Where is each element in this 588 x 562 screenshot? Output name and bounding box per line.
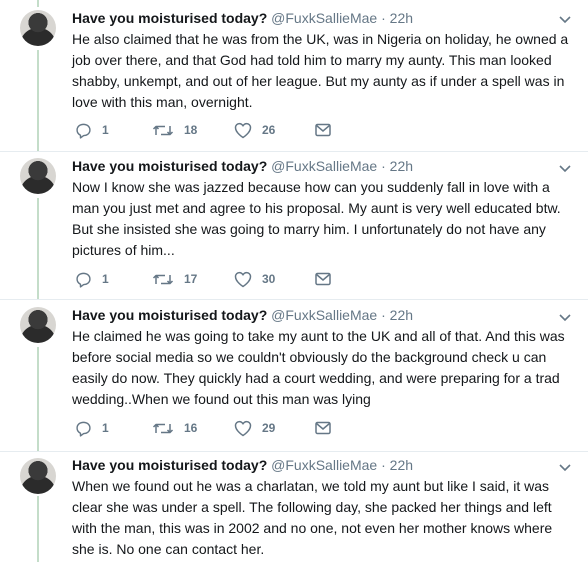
tweet-header: Have you moisturised today? @FuxkSallieM… — [72, 306, 413, 324]
tweet-header: Have you moisturised today? @FuxkSallieM… — [72, 456, 413, 474]
chevron-down-icon[interactable] — [558, 161, 572, 175]
tweet[interactable]: Have you moisturised today? @FuxkSallieM… — [0, 452, 588, 562]
reply-count: 1 — [102, 421, 109, 435]
envelope-icon — [315, 272, 331, 286]
reply-button[interactable]: 1 — [75, 418, 109, 438]
reply-button[interactable]: 1 — [75, 120, 109, 140]
tweet-text: When we found out he was a charlatan, we… — [72, 478, 553, 557]
like-button[interactable]: 26 — [234, 120, 275, 140]
display-name[interactable]: Have you moisturised today? — [72, 307, 267, 323]
heart-icon — [234, 122, 252, 138]
retweet-icon — [152, 423, 174, 433]
tweet-text: Now I know she was jazzed because how ca… — [72, 179, 561, 258]
chevron-down-icon[interactable] — [558, 12, 572, 26]
retweet-count: 18 — [184, 123, 198, 137]
retweet-count: 16 — [184, 421, 198, 435]
reply-count: 1 — [102, 272, 109, 286]
avatar[interactable] — [20, 307, 56, 343]
timestamp[interactable]: 22h — [390, 158, 413, 174]
like-button[interactable]: 30 — [234, 269, 275, 289]
tweet-header: Have you moisturised today? @FuxkSallieM… — [72, 9, 413, 27]
avatar[interactable] — [20, 10, 56, 46]
like-count: 30 — [262, 272, 276, 286]
username[interactable]: @FuxkSallieMae — [271, 158, 377, 174]
separator-dot: · — [381, 457, 386, 473]
username[interactable]: @FuxkSallieMae — [271, 457, 377, 473]
heart-icon — [234, 420, 252, 436]
retweet-icon — [152, 274, 174, 284]
avatar[interactable] — [20, 158, 56, 194]
like-button[interactable]: 29 — [234, 418, 275, 438]
reply-icon — [76, 123, 91, 139]
display-name[interactable]: Have you moisturised today? — [72, 158, 267, 174]
direct-message-button[interactable] — [315, 269, 331, 289]
tweet-header: Have you moisturised today? @FuxkSallieM… — [72, 157, 413, 175]
separator-dot: · — [381, 10, 386, 26]
reply-button[interactable]: 1 — [75, 269, 109, 289]
envelope-icon — [315, 421, 331, 435]
username[interactable]: @FuxkSallieMae — [271, 307, 377, 323]
tweet[interactable]: Have you moisturised today? @FuxkSallieM… — [0, 152, 588, 299]
separator-dot: · — [381, 158, 386, 174]
retweet-button[interactable]: 16 — [152, 418, 197, 438]
tweet-text: He claimed he was going to take my aunt … — [72, 328, 565, 407]
tweet[interactable]: Have you moisturised today? @FuxkSallieM… — [0, 300, 588, 451]
heart-icon — [234, 271, 252, 287]
chevron-down-icon[interactable] — [558, 460, 572, 474]
avatar[interactable] — [20, 458, 56, 494]
tweet-text: He also claimed that he was from the UK,… — [72, 31, 569, 110]
reply-count: 1 — [102, 123, 109, 137]
username[interactable]: @FuxkSallieMae — [271, 10, 377, 26]
timestamp[interactable]: 22h — [390, 307, 413, 323]
timestamp[interactable]: 22h — [390, 457, 413, 473]
timestamp[interactable]: 22h — [390, 10, 413, 26]
chevron-down-icon[interactable] — [558, 310, 572, 324]
retweet-icon — [152, 125, 174, 135]
separator-dot: · — [381, 307, 386, 323]
like-count: 26 — [262, 123, 276, 137]
retweet-button[interactable]: 17 — [152, 269, 197, 289]
direct-message-button[interactable] — [315, 120, 331, 140]
retweet-count: 17 — [184, 272, 198, 286]
like-count: 29 — [262, 421, 276, 435]
tweet[interactable]: Have you moisturised today? @FuxkSallieM… — [0, 0, 588, 151]
retweet-button[interactable]: 18 — [152, 120, 197, 140]
reply-icon — [76, 421, 91, 437]
direct-message-button[interactable] — [315, 418, 331, 438]
reply-icon — [76, 272, 91, 288]
display-name[interactable]: Have you moisturised today? — [72, 457, 267, 473]
display-name[interactable]: Have you moisturised today? — [72, 10, 267, 26]
envelope-icon — [315, 123, 331, 137]
